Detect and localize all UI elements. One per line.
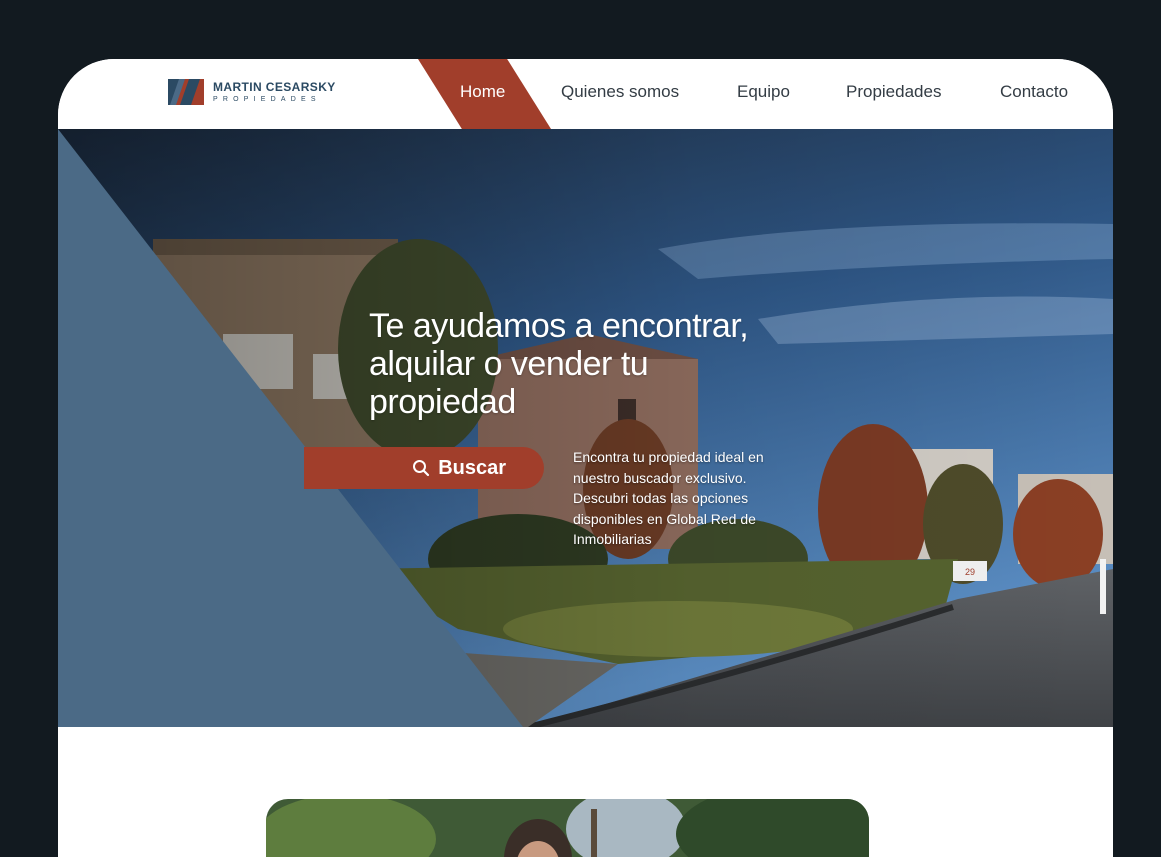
site-header: MARTIN CESARSKY PROPIEDADES Home Quienes… [58,59,1113,129]
brand-subtitle: PROPIEDADES [213,95,321,103]
team-photo-image [266,799,869,857]
nav-equipo[interactable]: Equipo [737,82,790,102]
nav-home[interactable]: Home [460,82,505,102]
hero-title: Te ayudamos a encontrar, alquilar o vend… [369,307,749,421]
brand-name: MARTIN CESARSKY [213,79,336,94]
brand-logo[interactable]: MARTIN CESARSKY PROPIEDADES [168,79,336,105]
nav-contacto[interactable]: Contacto [1000,82,1068,102]
logo-mark-icon [168,79,204,105]
search-button-label: Buscar [438,456,506,479]
search-icon [413,460,430,477]
search-button[interactable]: Buscar [304,447,544,489]
nav-propiedades[interactable]: Propiedades [846,82,941,102]
hero-section: 29 Te ayudamos a encontrar, alquilar o v… [58,129,1113,727]
team-photo-card [266,799,869,857]
hero-background-image: 29 [58,129,1113,727]
site-frame: MARTIN CESARSKY PROPIEDADES Home Quienes… [58,59,1113,857]
nav-quienes-somos[interactable]: Quienes somos [561,82,679,102]
hero-description: Encontra tu propiedad ideal en nuestro b… [573,449,764,547]
